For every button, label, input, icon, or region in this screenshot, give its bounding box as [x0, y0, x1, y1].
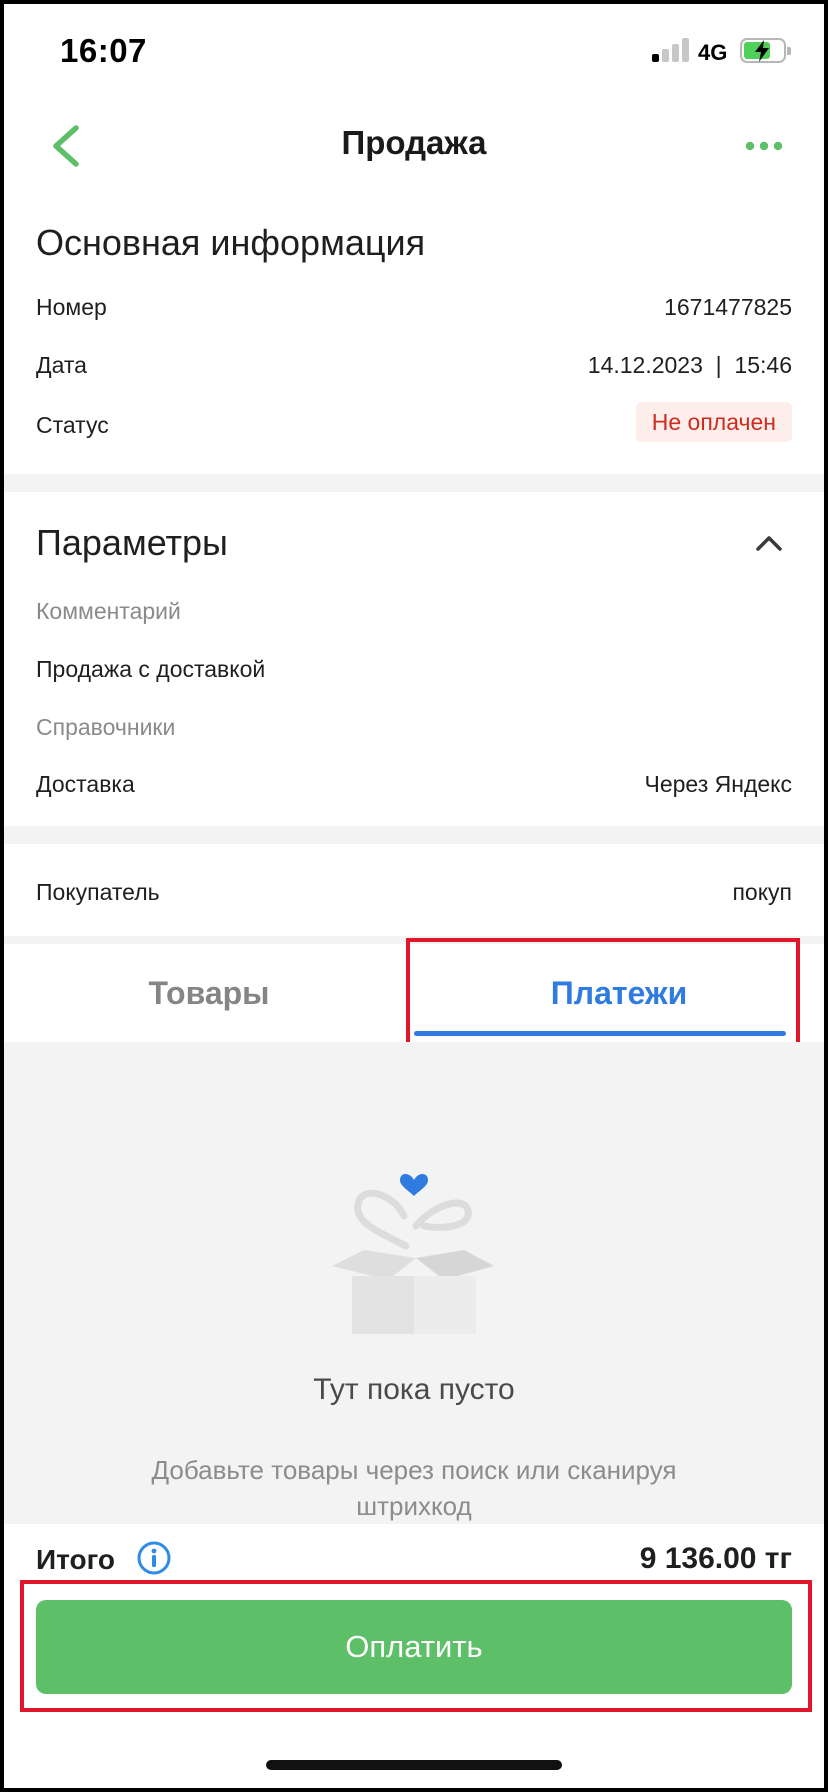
tab-goods[interactable]: Товары — [4, 944, 414, 1042]
tab-bar: Товары Платежи — [4, 944, 824, 1042]
more-dots-icon[interactable] — [744, 132, 784, 160]
directories-label: Справочники — [36, 714, 176, 740]
total-label: Итого — [36, 1544, 115, 1575]
delivery-value[interactable]: Через Яндекс — [645, 771, 792, 798]
charging-bolt-icon — [755, 40, 769, 62]
empty-subtitle: Добавьте товары через поиск или сканируя… — [151, 1455, 677, 1521]
signal-icon — [652, 38, 690, 62]
status-label: Статус — [36, 412, 109, 438]
total-value: 9 136.00 тг — [639, 1542, 792, 1575]
date-value: 14.12.2023 | 15:46 — [587, 352, 792, 378]
delivery-label: Доставка — [36, 771, 135, 797]
empty-state: Тут пока пусто Добавьте товары через пои… — [4, 1042, 824, 1524]
params-title: Параметры — [36, 522, 228, 563]
home-indicator[interactable] — [266, 1760, 562, 1770]
status-time: 16:07 — [60, 32, 147, 69]
comment-label: Комментарий — [36, 598, 181, 624]
battery-icon — [740, 38, 791, 63]
comment-value[interactable]: Продажа с доставкой — [36, 656, 265, 683]
chevron-up-icon[interactable] — [754, 532, 784, 554]
tab-payments[interactable]: Платежи — [414, 944, 824, 1042]
empty-box-icon — [324, 1154, 504, 1344]
sale-screen: 16:07 4G Продажа Основная информация Ном… — [4, 4, 824, 1788]
main-info-title: Основная информация — [36, 222, 426, 263]
empty-title: Тут пока пусто — [313, 1373, 515, 1406]
number-label: Номер — [36, 294, 107, 320]
nav-bar: Продажа — [4, 104, 824, 188]
network-type: 4G — [698, 40, 728, 65]
section-divider — [4, 826, 824, 844]
active-tab-indicator — [414, 1031, 786, 1036]
status-badge: Не оплачен — [635, 402, 792, 442]
buyer-label: Покупатель — [36, 879, 160, 905]
number-value: 1671477825 — [664, 294, 792, 320]
page-title: Продажа — [341, 124, 487, 161]
pay-button[interactable]: Оплатить — [36, 1600, 792, 1694]
date-label: Дата — [36, 352, 87, 378]
section-divider — [4, 474, 824, 492]
footer: Итого 9 136.00 тг Оплатить — [4, 1524, 824, 1788]
buyer-value[interactable]: покуп — [732, 879, 792, 906]
status-bar: 16:07 4G — [4, 4, 824, 104]
info-icon[interactable] — [136, 1540, 172, 1576]
